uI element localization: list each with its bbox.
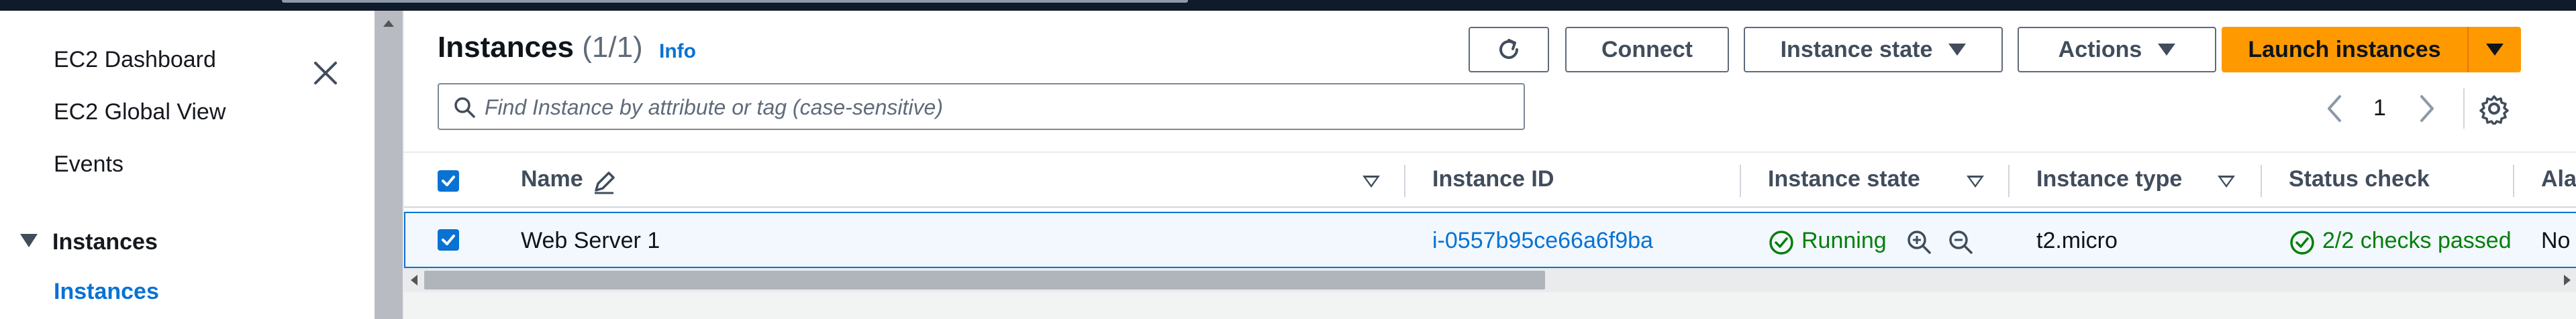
table-row[interactable]: Web Server 1 i-0557b95ce66a6f9ba Running… [404, 212, 2576, 268]
column-instance-state-label: Instance state [1768, 166, 1920, 192]
caret-down-icon [2158, 44, 2176, 56]
actions-button[interactable]: Actions [2018, 27, 2216, 72]
caret-down-icon[interactable] [20, 234, 38, 247]
zoom-out-icon[interactable] [1946, 228, 1975, 256]
edit-icon[interactable] [591, 169, 617, 196]
zoom-in-icon[interactable] [1905, 228, 1933, 256]
column-header-instance-state[interactable]: Instance state [1768, 166, 1920, 192]
column-header-name[interactable]: Name [521, 166, 583, 192]
vertical-scrollbar[interactable] [375, 11, 403, 319]
instance-state-value: Running [1801, 228, 1887, 253]
chevron-left-icon[interactable] [2322, 92, 2346, 125]
scroll-left-icon[interactable] [411, 275, 417, 285]
column-header-alarm-status[interactable]: Alarm status [2541, 166, 2576, 192]
sidebar-item-ec2-dashboard[interactable]: EC2 Dashboard [54, 47, 216, 73]
search-icon [454, 97, 475, 118]
sidebar-item-events[interactable]: Events [54, 151, 123, 178]
column-name-label: Name [521, 166, 583, 192]
sidebar-item-instances[interactable]: Instances [54, 279, 159, 305]
panel-footer [404, 292, 2576, 319]
checkmark-icon [442, 235, 455, 245]
sidebar: EC2 Dashboard EC2 Global View Events Ins… [0, 11, 375, 319]
scroll-up-icon[interactable] [383, 20, 394, 27]
caret-down-icon [2486, 44, 2504, 56]
column-separator[interactable] [1740, 165, 1741, 197]
caret-down-icon [1948, 44, 1967, 56]
scrollbar-thumb[interactable] [424, 271, 1545, 290]
horizontal-scrollbar[interactable] [404, 268, 2576, 292]
scroll-right-icon[interactable] [2564, 275, 2571, 285]
sidebar-section-instances[interactable]: Instances [52, 229, 158, 255]
check-circle-icon [1769, 231, 1793, 255]
refresh-button[interactable] [1469, 27, 1549, 72]
column-separator[interactable] [2008, 165, 2010, 197]
connect-label: Connect [1601, 36, 1693, 62]
table-header: Name Instance ID Instance state Instance… [404, 151, 2576, 208]
column-separator[interactable] [1404, 165, 1405, 197]
instance-type-value: t2.micro [2036, 228, 2118, 253]
instance-state-label: Instance state [1780, 36, 1933, 62]
check-circle-icon [2290, 231, 2314, 255]
launch-instances-label: Launch instances [2248, 36, 2441, 62]
page-title-text: Instances [438, 31, 574, 64]
column-separator[interactable] [2261, 165, 2262, 197]
close-icon[interactable] [309, 56, 342, 90]
column-instance-id-label: Instance ID [1432, 166, 1554, 192]
column-separator[interactable] [2513, 165, 2514, 197]
gear-icon[interactable] [2478, 92, 2510, 125]
instance-id-link[interactable]: i-0557b95ce66a6f9ba [1432, 228, 1653, 254]
column-header-status-check[interactable]: Status check [2289, 166, 2430, 192]
sidebar-item-ec2-global-view[interactable]: EC2 Global View [54, 99, 226, 125]
column-alarm-status-label: Alarm status [2541, 166, 2576, 192]
launch-instances-dropdown[interactable] [2467, 27, 2521, 72]
info-link[interactable]: Info [659, 40, 696, 63]
launch-instances-button[interactable]: Launch instances [2222, 27, 2467, 72]
search-box [438, 83, 1525, 130]
instance-count: (1/1) [582, 31, 643, 64]
scrollbar-thumb[interactable] [375, 11, 403, 319]
status-check-value: 2/2 checks passed [2322, 228, 2512, 253]
divider [2463, 88, 2465, 129]
column-header-instance-type[interactable]: Instance type [2036, 166, 2182, 192]
instance-state-button[interactable]: Instance state [1744, 27, 2003, 72]
chevron-right-icon[interactable] [2415, 92, 2439, 125]
page-number[interactable]: 1 [2373, 95, 2386, 121]
actions-label: Actions [2058, 36, 2142, 62]
main-content: Instances (1/1) Info Connect Instance st… [403, 11, 2576, 319]
instances-panel: Instances (1/1) Info Connect Instance st… [403, 11, 2576, 319]
refresh-icon [1499, 39, 1518, 59]
top-bar [0, 0, 2576, 11]
select-all-checkbox[interactable] [438, 170, 459, 192]
connect-button[interactable]: Connect [1565, 27, 1729, 72]
column-status-check-label: Status check [2289, 166, 2430, 192]
search-input[interactable] [485, 91, 1512, 123]
row-checkbox[interactable] [438, 229, 459, 251]
top-bar-search[interactable] [282, 0, 1188, 3]
column-instance-type-label: Instance type [2036, 166, 2183, 192]
alarm-status-value: No alarms [2541, 228, 2576, 253]
column-header-instance-id[interactable]: Instance ID [1432, 166, 1554, 192]
instance-name: Web Server 1 [521, 228, 660, 253]
checkmark-icon [442, 176, 455, 186]
page-title: Instances (1/1) [438, 31, 643, 64]
